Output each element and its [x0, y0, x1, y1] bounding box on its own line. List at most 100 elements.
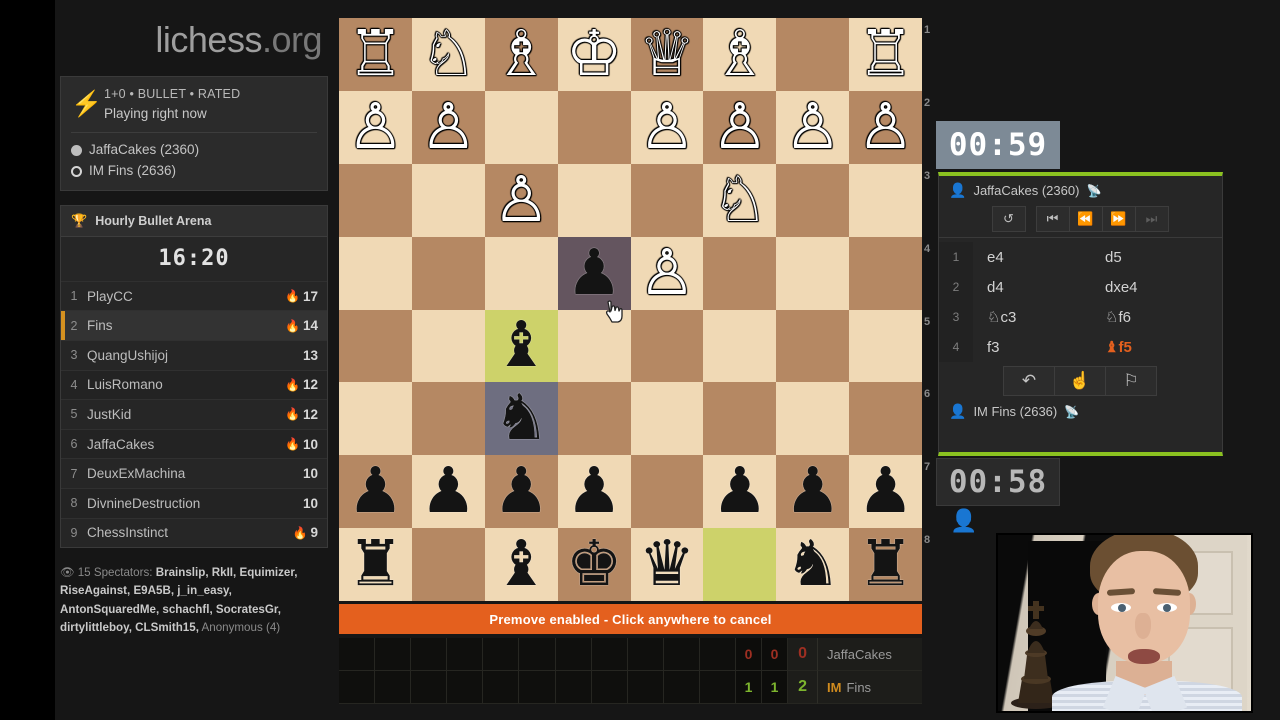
tournament-header[interactable]: 🏆 Hourly Bullet Arena [61, 205, 327, 237]
board-square-a2[interactable] [339, 90, 412, 164]
board-square-e8[interactable] [630, 528, 704, 601]
flip-board-icon[interactable]: ↺ [991, 206, 1026, 232]
board-square-e1[interactable] [630, 18, 704, 91]
board-square-b8[interactable] [411, 528, 485, 601]
chess-board[interactable]: ♖ ♘ ♗ ♔ ♕ ♗ ♖ ♙ ♙ ♙ ♙ ♙ ♙ ♙ ♘ ♟ ♙ ♝ ♞ ♟ ♟ ♟ ♟ ♟ ♟ ♟ ♜ ♝ ♚ ♛ ♞ ♜ 1 2 3 4 5 6 7 8 [339, 18, 930, 601]
black-move[interactable]: ♝f5 [1091, 338, 1209, 356]
board-square-f8[interactable] [703, 528, 777, 601]
resign-flag-icon[interactable]: ⚐ [1105, 366, 1157, 396]
leaderboard-row[interactable]: 3 QuangUshijoj 13 [61, 339, 327, 370]
board-square-h4[interactable] [849, 236, 922, 310]
board-square-d5[interactable] [557, 309, 631, 383]
board-square-h8[interactable] [849, 528, 922, 601]
black-move[interactable]: dxe4 [1091, 279, 1209, 296]
board-square-e7[interactable] [630, 455, 704, 529]
next-move-icon[interactable]: ⏩ [1101, 206, 1136, 232]
leaderboard-row[interactable]: 1 PlayCC 🔥 17 [61, 280, 327, 311]
board-square-d6[interactable] [557, 382, 631, 456]
white-player-row[interactable]: JaffaCakes (2360) [71, 140, 317, 161]
board-square-d7[interactable] [557, 455, 631, 529]
score-player-name[interactable]: JaffaCakes [818, 638, 923, 671]
board-square-c2[interactable] [484, 90, 558, 164]
board-square-a3[interactable] [339, 163, 412, 237]
white-move[interactable]: ♘c3 [973, 308, 1091, 326]
move-list[interactable]: 1 e4 d5 2 d4 dxe4 3 ♘c3 ♘f6 4 f3 ♝f5 [939, 238, 1222, 362]
board-square-a8[interactable] [339, 528, 412, 601]
black-player-row[interactable]: IM Fins (2636) [71, 161, 317, 182]
board-square-f5[interactable] [703, 309, 777, 383]
board-square-b6[interactable] [411, 382, 485, 456]
board-square-d8[interactable] [557, 528, 631, 601]
score-player-name[interactable]: IM Fins [818, 671, 923, 704]
board-square-h2[interactable] [849, 90, 922, 164]
leaderboard-row[interactable]: 5 JustKid 🔥 12 [61, 399, 327, 429]
board-square-g1[interactable] [776, 18, 850, 91]
board-square-e3[interactable] [630, 163, 704, 237]
board-square-b7[interactable] [411, 455, 485, 529]
leaderboard-row[interactable]: 9 ChessInstinct 🔥 9 [61, 517, 327, 548]
board-square-f2[interactable] [703, 90, 777, 164]
last-move-icon[interactable]: ⏭ [1134, 206, 1169, 232]
board-square-f1[interactable] [703, 18, 777, 91]
white-move[interactable]: d4 [973, 279, 1091, 296]
board-square-d2[interactable] [557, 90, 631, 164]
board-square-b2[interactable] [411, 90, 485, 164]
board-square-c5[interactable] [484, 309, 558, 383]
board-square-c3[interactable] [484, 163, 558, 237]
board-square-a6[interactable] [339, 382, 412, 456]
board-square-g6[interactable] [776, 382, 850, 456]
board-square-f6[interactable] [703, 382, 777, 456]
board-square-h1[interactable] [849, 18, 922, 91]
board-square-g2[interactable] [776, 90, 850, 164]
board-square-h3[interactable] [849, 163, 922, 237]
white-move[interactable]: f3 [973, 339, 1091, 356]
site-logo[interactable]: lichess.org [60, 14, 328, 76]
leaderboard-row[interactable]: 6 JaffaCakes 🔥 10 [61, 428, 327, 459]
board-square-b3[interactable] [411, 163, 485, 237]
board-square-d1[interactable] [557, 18, 631, 91]
board-square-e2[interactable] [630, 90, 704, 164]
board-square-f3[interactable] [703, 163, 777, 237]
board-square-f7[interactable] [703, 455, 777, 529]
top-player-line[interactable]: 👤 JaffaCakes (2360) 📡 [939, 176, 1222, 204]
board-square-h6[interactable] [849, 382, 922, 456]
board-square-e5[interactable] [630, 309, 704, 383]
black-move[interactable]: d5 [1091, 249, 1209, 266]
board-square-b4[interactable] [411, 236, 485, 310]
board-square-g4[interactable] [776, 236, 850, 310]
board-square-h7[interactable] [849, 455, 922, 529]
leaderboard-row[interactable]: 2 Fins 🔥 14 [61, 310, 327, 340]
game-action-bar[interactable]: ↶ ☝ ⚐ [939, 362, 1222, 396]
premove-banner[interactable]: Premove enabled - Click anywhere to canc… [339, 604, 922, 634]
board-square-e4[interactable] [630, 236, 704, 310]
offer-draw-icon[interactable]: ☝ [1054, 366, 1106, 396]
chess-board-area[interactable]: ♖ ♘ ♗ ♔ ♕ ♗ ♖ ♙ ♙ ♙ ♙ ♙ ♙ ♙ ♘ ♟ ♙ ♝ ♞ ♟ ♟ ♟ ♟ ♟ ♟ ♟ ♜ ♝ ♚ ♛ ♞ ♜ 1 2 3 4 5 6 7 8 [339, 18, 930, 601]
board-square-g8[interactable] [776, 528, 850, 601]
board-square-c6[interactable] [484, 382, 558, 456]
board-square-h5[interactable] [849, 309, 922, 383]
board-square-d3[interactable] [557, 163, 631, 237]
board-square-a4[interactable] [339, 236, 412, 310]
leaderboard-row[interactable]: 4 LuisRomano 🔥 12 [61, 369, 327, 400]
first-move-icon[interactable]: ⏮ [1035, 206, 1070, 232]
board-square-a5[interactable] [339, 309, 412, 383]
board-square-g7[interactable] [776, 455, 850, 529]
board-square-c1[interactable] [484, 18, 558, 91]
board-square-c8[interactable] [484, 528, 558, 601]
previous-move-icon[interactable]: ⏪ [1068, 206, 1103, 232]
black-move[interactable]: ♘f6 [1091, 308, 1209, 326]
board-square-b5[interactable] [411, 309, 485, 383]
board-square-d4[interactable] [557, 236, 631, 310]
board-square-b1[interactable] [411, 18, 485, 91]
board-square-g3[interactable] [776, 163, 850, 237]
leaderboard-row[interactable]: 7 DeuxExMachina 10 [61, 458, 327, 488]
takeback-icon[interactable]: ↶ [1003, 366, 1055, 396]
move-navigation-bar[interactable]: ↺ ⏮ ⏪ ⏩ ⏭ [939, 204, 1222, 238]
leaderboard-row[interactable]: 8 DivnineDestruction 10 [61, 487, 327, 518]
board-square-a7[interactable] [339, 455, 412, 529]
board-square-e6[interactable] [630, 382, 704, 456]
board-square-c4[interactable] [484, 236, 558, 310]
board-square-a1[interactable] [339, 18, 412, 91]
board-square-g5[interactable] [776, 309, 850, 383]
board-square-f4[interactable] [703, 236, 777, 310]
